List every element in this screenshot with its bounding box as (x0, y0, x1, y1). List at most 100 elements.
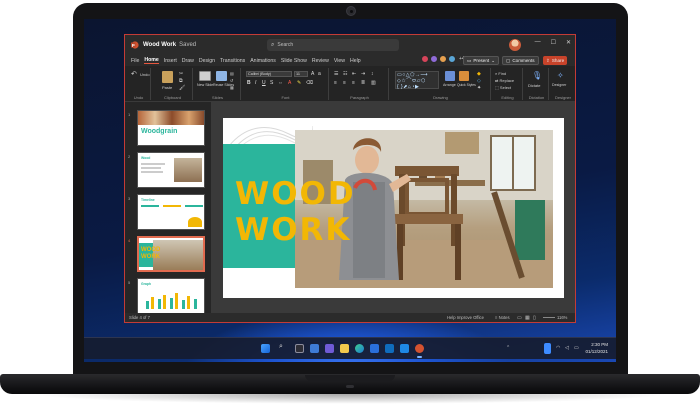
tab-file[interactable]: File (131, 58, 139, 64)
clock[interactable]: 2:30 PM 01/12/2021 (585, 341, 608, 355)
minimize-icon[interactable]: — (535, 39, 541, 46)
notes-button[interactable]: ≡ Notes (495, 315, 510, 320)
cut-icon[interactable]: ✂ (179, 71, 183, 77)
powerpoint-taskbar-icon[interactable] (415, 344, 424, 353)
section-icon[interactable]: ▦ (230, 85, 234, 90)
line-spacing-icon[interactable]: ↕ (371, 71, 374, 77)
current-slide[interactable]: WOOD WORK (223, 118, 564, 298)
comments-button[interactable]: ▢ Comments (502, 56, 539, 65)
font-color-icon[interactable]: A (288, 80, 291, 86)
slide-thumbnail-3[interactable]: Timeline (137, 194, 205, 230)
underline-icon[interactable]: U (262, 80, 266, 86)
start-icon[interactable] (261, 344, 270, 353)
select-button[interactable]: ⬚ Select (495, 85, 511, 90)
format-painter-icon[interactable]: 🖌 (179, 85, 185, 91)
slide-thumbnail-5[interactable]: Graph (137, 278, 205, 314)
tab-transitions[interactable]: Transitions (220, 58, 245, 64)
tab-animations[interactable]: Animations (250, 58, 276, 64)
strikethrough-icon[interactable]: S (270, 80, 273, 86)
reading-view-icon[interactable]: ▯ (533, 315, 536, 321)
group-label: Dictation (528, 95, 545, 100)
justify-icon[interactable]: ≣ (361, 80, 365, 86)
help-improve-office-link[interactable]: Help Improve Office (447, 315, 484, 320)
indent-icon[interactable]: ⇤ (352, 71, 356, 77)
font-name-select[interactable]: Calibri (Body) (246, 71, 292, 77)
slide-sorter-icon[interactable]: ▦ (525, 315, 530, 321)
font-size-select[interactable]: 11 (294, 71, 308, 77)
chat-icon[interactable] (325, 344, 334, 353)
spacing-icon[interactable]: ⇔ (278, 80, 283, 86)
tab-draw[interactable]: Draw (182, 58, 194, 64)
task-view-icon[interactable] (295, 344, 304, 353)
slide-thumbnail-4[interactable]: WOOD WORK (137, 236, 205, 272)
wifi-icon[interactable]: ◠ (556, 345, 560, 351)
copy-icon[interactable]: ⧉ (179, 78, 183, 84)
tab-home[interactable]: Home (144, 57, 159, 64)
reuse-slides-icon[interactable] (216, 71, 227, 81)
widgets-icon[interactable] (310, 344, 319, 353)
avatar[interactable] (509, 39, 521, 51)
volume-icon[interactable]: ◁ (565, 345, 569, 351)
outlook-icon[interactable] (400, 344, 409, 353)
normal-view-icon[interactable]: ▭ (517, 315, 522, 321)
bold-icon[interactable]: B (247, 80, 251, 86)
tab-slide-show[interactable]: Slide Show (281, 58, 307, 64)
columns-icon[interactable]: ▥ (371, 80, 376, 86)
arrange-icon[interactable] (445, 71, 455, 81)
bullets-icon[interactable]: ☰ (334, 71, 338, 77)
align-center-icon[interactable]: ≡ (343, 80, 346, 86)
avatar (448, 55, 456, 63)
shape-effects-icon[interactable]: ✦ (477, 85, 481, 91)
edge-icon[interactable] (355, 344, 364, 353)
align-right-icon[interactable]: ≡ (352, 80, 355, 86)
paste-icon[interactable] (162, 71, 173, 83)
slide-thumbnail-1[interactable]: Woodgrain (137, 110, 205, 146)
quick-styles-icon[interactable] (459, 71, 469, 81)
new-slide-icon[interactable] (199, 71, 211, 81)
clear-format-icon[interactable]: ⌫ (306, 80, 313, 86)
slide-thumbnail-2[interactable]: Wood (137, 152, 205, 188)
mail-icon[interactable] (385, 344, 394, 353)
shrink-font-icon[interactable]: a (318, 71, 321, 77)
align-left-icon[interactable]: ≡ (334, 80, 337, 86)
find-button[interactable]: ⌕ Find (495, 71, 506, 76)
tab-design[interactable]: Design (199, 58, 215, 64)
shape-fill-icon[interactable]: ◆ (477, 71, 481, 77)
thumbnail-bar (151, 297, 154, 309)
replace-button[interactable]: ⇄ Replace (495, 78, 514, 83)
zoom-slider[interactable] (543, 317, 555, 318)
microphone-icon[interactable] (544, 343, 551, 354)
group-label: Slides (212, 95, 223, 100)
outdent-icon[interactable]: ⇥ (361, 71, 365, 77)
highlight-icon[interactable]: ✎ (297, 80, 301, 86)
collaborator-avatars[interactable]: +4 (421, 55, 465, 63)
slide-title[interactable]: WOOD WORK (235, 176, 356, 248)
tab-view[interactable]: View (334, 58, 345, 64)
designer-icon[interactable]: ✧ (557, 71, 564, 80)
tab-insert[interactable]: Insert (164, 58, 177, 64)
grow-font-icon[interactable]: A (311, 71, 314, 77)
zoom-level[interactable]: 116% (557, 315, 567, 320)
reset-icon[interactable]: ↺ (230, 78, 233, 83)
present-button[interactable]: ▭ Present ⌄ (463, 56, 500, 65)
chevron-up-icon[interactable]: ⌃ (506, 345, 510, 351)
shapes-gallery[interactable]: ▭○△⬠→⟶ ◇☆⌒⬭▱⬡{ }⬈⌂◔▶ (395, 71, 439, 90)
paste-label: Paste (162, 85, 173, 90)
close-icon[interactable]: ✕ (566, 39, 571, 46)
search-input[interactable]: ⌕ Search (267, 39, 399, 51)
store-icon[interactable] (370, 344, 379, 353)
search-icon[interactable]: ⌕ (279, 343, 283, 351)
numbering-icon[interactable]: ☷ (343, 71, 347, 77)
undo-icon[interactable]: ↶ (131, 70, 137, 78)
active-app-indicator (417, 356, 422, 358)
tab-review[interactable]: Review (312, 58, 329, 64)
share-button[interactable]: ⇪ Share (543, 56, 568, 65)
tab-help[interactable]: Help (350, 58, 361, 64)
italic-icon[interactable]: I (255, 80, 256, 86)
microphone-icon[interactable]: 🎙 (532, 71, 542, 80)
maximize-icon[interactable]: ☐ (551, 39, 556, 46)
battery-icon[interactable]: ▭ (574, 345, 579, 351)
shape-outline-icon[interactable]: ◇ (477, 78, 481, 84)
file-explorer-icon[interactable] (340, 344, 349, 353)
layout-icon[interactable]: ▤ (230, 71, 234, 76)
